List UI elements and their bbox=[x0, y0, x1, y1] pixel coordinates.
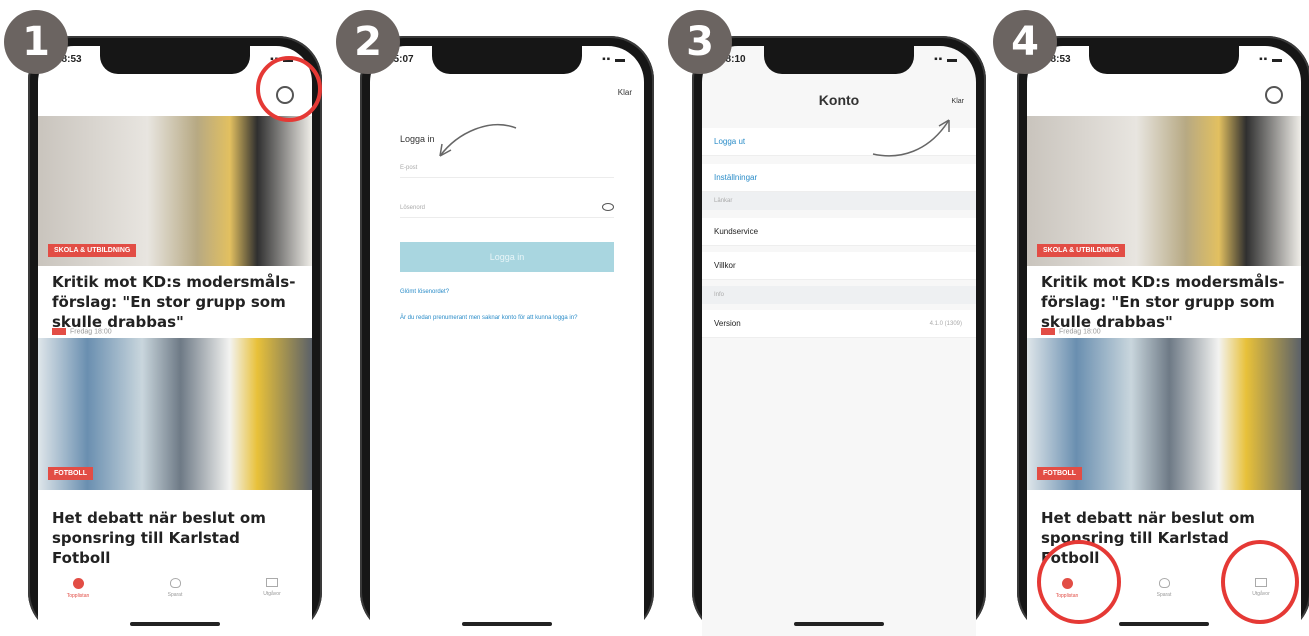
tab-topplistan[interactable]: Topplistan bbox=[38, 578, 118, 599]
home-indicator bbox=[1119, 622, 1209, 626]
highlight-circle bbox=[256, 56, 322, 122]
tab-sparat[interactable]: Sparat bbox=[135, 578, 215, 598]
customer-service-row[interactable]: Kundservice bbox=[702, 218, 976, 246]
plus-badge-icon bbox=[1041, 328, 1055, 335]
terms-row[interactable]: Villkor bbox=[702, 252, 976, 280]
settings-row[interactable]: Inställningar bbox=[702, 164, 976, 192]
notch bbox=[100, 46, 250, 74]
curved-arrow-icon bbox=[439, 124, 517, 157]
version-row: Version 4.1.0 (1309) bbox=[702, 310, 976, 338]
step-number-badge: 1 bbox=[4, 10, 68, 74]
signal-battery-icon: ▪▪ ▬ bbox=[934, 54, 958, 65]
notch bbox=[1089, 46, 1239, 74]
page-title: Konto bbox=[818, 92, 860, 108]
category-tag: FOTBOLL bbox=[1037, 467, 1083, 480]
done-button[interactable]: Klar bbox=[952, 98, 964, 105]
step-3: 3 08:10 ▪▪ ▬ Konto Klar Logga ut Inställn… bbox=[664, 0, 986, 636]
article-meta: Fredag 18:00 bbox=[52, 328, 112, 335]
step-number-badge: 2 bbox=[336, 10, 400, 74]
step-1: 1 08:53 ▪▪ ▬ SKOLA & UTBILDNING Kritik mo… bbox=[0, 0, 322, 636]
signal-battery-icon: ▪▪ ▬ bbox=[1259, 54, 1283, 65]
step-number-badge: 4 bbox=[993, 10, 1057, 74]
section-header: Länkar bbox=[702, 192, 976, 210]
forgot-password-link[interactable]: Glömt lösenordet? bbox=[400, 288, 614, 297]
heart-icon bbox=[1158, 578, 1170, 588]
section-header: Info bbox=[702, 286, 976, 304]
password-field[interactable]: Lösenord bbox=[400, 199, 614, 218]
login-title: Logga in bbox=[400, 134, 435, 144]
step-4: 4 08:53 ▪▪ ▬ SKOLA & UTBILDNING Kritik mo… bbox=[989, 0, 1309, 636]
article-headline[interactable]: Het debatt när beslut om sponsring till … bbox=[52, 508, 296, 568]
category-tag: FOTBOLL bbox=[48, 467, 94, 480]
article-meta: Fredag 18:00 bbox=[1041, 328, 1101, 335]
home-icon bbox=[72, 578, 84, 589]
done-button[interactable]: Klar bbox=[618, 88, 632, 97]
category-tag: SKOLA & UTBILDNING bbox=[1037, 244, 1126, 257]
article-headline[interactable]: Kritik mot KD:s modersmåls-förslag: "En … bbox=[1041, 272, 1285, 332]
login-button[interactable]: Logga in bbox=[400, 242, 614, 272]
book-icon bbox=[266, 578, 278, 587]
category-tag: SKOLA & UTBILDNING bbox=[48, 244, 137, 257]
tab-bar: Topplistan Sparat Utgåvor bbox=[38, 572, 312, 618]
feed-screen: 08:53 ▪▪ ▬ SKOLA & UTBILDNING Kritik mot … bbox=[38, 46, 312, 636]
profile-icon[interactable] bbox=[1265, 86, 1283, 104]
home-indicator bbox=[130, 622, 220, 626]
heart-icon bbox=[169, 578, 181, 588]
signal-battery-icon: ▪▪ ▬ bbox=[602, 54, 626, 65]
home-indicator bbox=[462, 622, 552, 626]
plus-badge-icon bbox=[52, 328, 66, 335]
notch bbox=[432, 46, 582, 74]
eye-icon[interactable] bbox=[602, 203, 614, 211]
tab-sparat[interactable]: Sparat bbox=[1124, 578, 1204, 598]
phone-frame: 08:53 ▪▪ ▬ SKOLA & UTBILDNING Kritik mot … bbox=[28, 36, 322, 636]
notch bbox=[764, 46, 914, 74]
highlight-circle bbox=[1037, 540, 1121, 624]
step-number-badge: 3 bbox=[668, 10, 732, 74]
tab-utgavor[interactable]: Utgåvor bbox=[232, 578, 312, 597]
highlight-circle bbox=[1221, 540, 1299, 624]
step-2: 2 15:07 ▪▪ ▬ Klar Logga in E-post Lösenor… bbox=[332, 0, 654, 636]
home-indicator bbox=[794, 622, 884, 626]
curved-arrow-icon bbox=[872, 119, 950, 157]
version-value: 4.1.0 (1309) bbox=[929, 321, 962, 327]
article-headline[interactable]: Kritik mot KD:s modersmåls-förslag: "En … bbox=[52, 272, 296, 332]
subscriber-help-link[interactable]: Är du redan prenumerant men saknar konto… bbox=[400, 314, 614, 323]
